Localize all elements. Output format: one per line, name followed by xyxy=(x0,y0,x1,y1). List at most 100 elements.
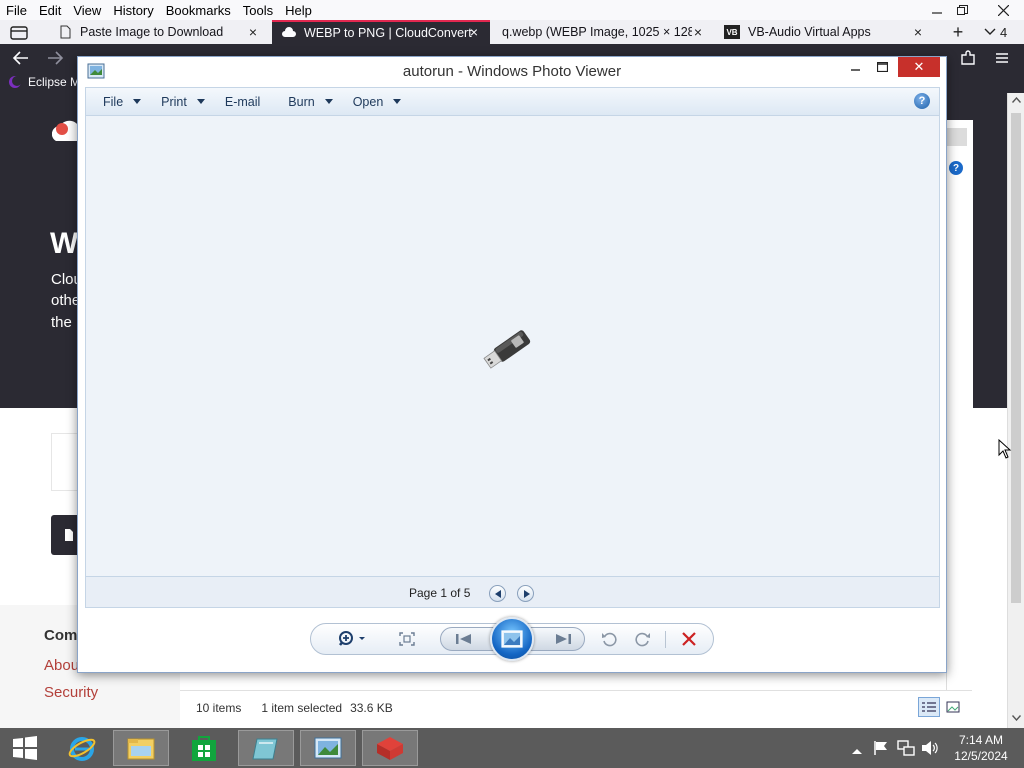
control-divider xyxy=(665,631,666,648)
tab-close-button[interactable]: × xyxy=(908,20,928,44)
forward-button[interactable] xyxy=(46,49,64,67)
delete-icon xyxy=(682,632,696,646)
email-label: E-mail xyxy=(224,94,261,109)
taskbar-file-explorer[interactable] xyxy=(113,730,169,766)
action-center-button[interactable] xyxy=(873,740,889,759)
browser-menubar: File Edit View History Bookmarks Tools H… xyxy=(0,0,1024,20)
viewer-close-button[interactable]: ✕ xyxy=(898,57,940,77)
app-menu-button[interactable] xyxy=(992,48,1012,68)
large-icons-view-button[interactable] xyxy=(942,697,964,717)
chevron-down-icon xyxy=(984,28,996,35)
print-menu-label: Print xyxy=(161,94,187,109)
taskbar-photo-viewer[interactable] xyxy=(300,730,356,766)
next-image-button[interactable] xyxy=(550,628,576,650)
tab-count: 4 xyxy=(1000,24,1008,40)
tab-cloudconvert[interactable]: WEBP to PNG | CloudConvert xyxy=(272,20,490,44)
tab-label: WEBP to PNG | CloudConvert xyxy=(304,26,472,40)
tab-list-button[interactable]: 4 xyxy=(984,22,1020,42)
network-button[interactable] xyxy=(897,740,915,759)
eclipse-icon xyxy=(9,76,22,88)
restore-icon xyxy=(956,4,968,15)
tab-vb-audio[interactable]: VB VB-Audio Virtual Apps xyxy=(724,20,904,44)
store-icon xyxy=(192,736,216,761)
viewer-toolbar: File Print E-mail Burn Open ? xyxy=(85,87,940,116)
taskbar-store[interactable] xyxy=(176,730,232,766)
bookmark-eclipse[interactable]: Eclipse M xyxy=(8,74,80,90)
tab-close-button[interactable]: × xyxy=(688,20,708,44)
volume-button[interactable] xyxy=(921,740,939,759)
menu-bookmarks[interactable]: Bookmarks xyxy=(160,3,237,18)
vb-audio-icon: VB xyxy=(724,25,740,39)
chevron-up-icon xyxy=(1012,97,1021,103)
rotate-right-icon xyxy=(635,632,650,647)
next-page-button[interactable] xyxy=(517,585,534,602)
clock-time: 7:14 AM xyxy=(958,733,1004,747)
help-icon[interactable]: ? xyxy=(949,161,963,175)
footer-link-security[interactable]: Security xyxy=(44,684,98,701)
details-view-button[interactable] xyxy=(918,697,940,717)
tab-webp-image[interactable]: q.webp (WEBP Image, 1025 × 128 pi xyxy=(502,20,692,44)
start-button[interactable] xyxy=(0,730,50,766)
viewer-controls xyxy=(310,617,714,661)
taskbar-internet-explorer[interactable] xyxy=(54,730,110,766)
scrollbar-thumb[interactable] xyxy=(1011,113,1021,603)
tab-overview-button[interactable] xyxy=(10,24,28,40)
open-menu-button[interactable]: Open xyxy=(343,87,412,116)
explorer-ribbon-edge xyxy=(947,128,967,146)
tab-label: VB-Audio Virtual Apps xyxy=(748,25,871,39)
page-scrollbar[interactable] xyxy=(1007,93,1024,728)
skip-next-icon xyxy=(556,634,571,644)
menu-help[interactable]: Help xyxy=(279,3,318,18)
zoom-button[interactable] xyxy=(333,624,373,654)
notebook-icon xyxy=(252,738,278,760)
delete-button[interactable] xyxy=(675,624,703,654)
rotate-counterclockwise-button[interactable] xyxy=(597,624,621,654)
menu-tools[interactable]: Tools xyxy=(237,3,279,18)
menu-edit[interactable]: Edit xyxy=(33,3,67,18)
internet-explorer-icon xyxy=(68,737,96,761)
back-button[interactable] xyxy=(12,49,30,67)
flag-icon xyxy=(874,741,887,755)
menu-history[interactable]: History xyxy=(107,3,159,18)
menu-file[interactable]: File xyxy=(0,3,33,18)
extensions-button[interactable] xyxy=(958,48,978,68)
windows-taskbar: 7:14 AM 12/5/2024 xyxy=(0,728,1024,768)
new-tab-button[interactable]: + xyxy=(948,22,968,42)
burn-menu-button[interactable]: Burn xyxy=(270,87,342,116)
print-menu-button[interactable]: Print xyxy=(151,87,215,116)
triangle-left-icon xyxy=(494,589,501,598)
menu-view[interactable]: View xyxy=(67,3,107,18)
hamburger-icon xyxy=(996,53,1008,63)
slideshow-button[interactable] xyxy=(490,617,534,661)
footer-heading: Com xyxy=(44,627,78,644)
actual-size-button[interactable] xyxy=(395,624,419,654)
email-button[interactable]: E-mail xyxy=(215,87,270,116)
footer-link-about[interactable]: Abou xyxy=(44,657,79,674)
viewer-minimize-button[interactable] xyxy=(846,59,866,75)
browser-restore-button[interactable] xyxy=(947,0,977,20)
show-hidden-icons-button[interactable] xyxy=(852,744,862,758)
large-icons-view-icon xyxy=(946,701,960,713)
item-count: 10 items xyxy=(196,700,242,715)
taskbar-clock[interactable]: 7:14 AM 12/5/2024 xyxy=(946,732,1016,764)
help-icon[interactable]: ? xyxy=(914,93,930,109)
close-icon xyxy=(997,4,1009,16)
viewer-maximize-button[interactable] xyxy=(872,59,892,75)
tab-paste-image[interactable]: Paste Image to Download xyxy=(58,20,268,44)
taskbar-archive-app[interactable] xyxy=(362,730,418,766)
file-menu-button[interactable]: File xyxy=(86,87,151,116)
viewer-titlebar[interactable]: autorun - Windows Photo Viewer ✕ xyxy=(78,57,946,85)
page-icon xyxy=(60,25,71,39)
rotate-clockwise-button[interactable] xyxy=(631,624,655,654)
open-menu-label: Open xyxy=(352,94,384,109)
slideshow-icon xyxy=(501,630,523,648)
zoom-in-icon xyxy=(338,631,365,646)
tab-close-button[interactable]: × xyxy=(464,20,484,44)
browser-tabbar: Paste Image to Download × WEBP to PNG | … xyxy=(0,20,1024,44)
previous-image-button[interactable] xyxy=(451,628,477,650)
previous-page-button[interactable] xyxy=(489,585,506,602)
puzzle-icon xyxy=(961,50,975,65)
tab-close-button[interactable]: × xyxy=(243,20,263,44)
taskbar-notepad-app[interactable] xyxy=(238,730,294,766)
browser-close-button[interactable] xyxy=(988,0,1018,20)
